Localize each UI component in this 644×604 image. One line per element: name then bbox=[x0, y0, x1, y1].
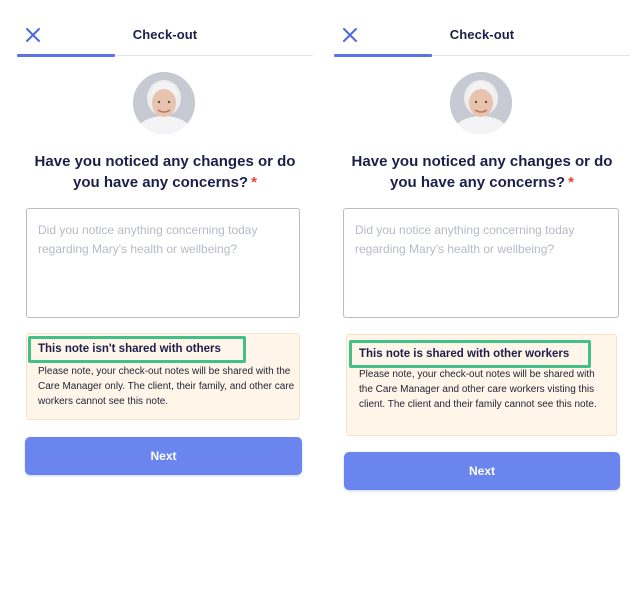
notice-title: This note isn't shared with others bbox=[38, 343, 221, 355]
next-button[interactable]: Next bbox=[344, 452, 620, 490]
progress-bar bbox=[17, 54, 115, 57]
question-line-1: Have you noticed any changes or do bbox=[34, 153, 296, 170]
header: Check-out bbox=[17, 0, 313, 57]
notice-body: Please note, your check-out notes will b… bbox=[38, 366, 295, 407]
notice-title: This note is shared with other workers bbox=[359, 348, 570, 360]
notice-title-highlight: This note isn't shared with others bbox=[28, 336, 246, 363]
concerns-question: Have you noticed any changes or do you h… bbox=[334, 151, 630, 193]
textarea-placeholder: Did you notice anything concerning today… bbox=[38, 223, 258, 256]
concerns-textarea[interactable]: Did you notice anything concerning today… bbox=[26, 208, 300, 318]
notice-body: Please note, your check-out notes will b… bbox=[359, 369, 597, 410]
question-line-2-wrap: you have any concerns? * bbox=[334, 172, 630, 193]
question-line-2-wrap: you have any concerns? * bbox=[17, 172, 313, 193]
concerns-textarea[interactable]: Did you notice anything concerning today… bbox=[343, 208, 619, 318]
concerns-question: Have you noticed any changes or do you h… bbox=[17, 151, 313, 193]
question-line-1: Have you noticed any changes or do bbox=[351, 153, 613, 170]
progress-bar bbox=[334, 54, 432, 57]
header: Check-out bbox=[334, 0, 630, 57]
client-avatar bbox=[450, 72, 512, 134]
checkout-screen-private: Check-out Have you noticed any changes o… bbox=[17, 0, 313, 604]
page-title: Check-out bbox=[132, 27, 198, 42]
notice-title-highlight: This note is shared with other workers bbox=[349, 340, 591, 368]
required-indicator: * bbox=[568, 174, 574, 191]
textarea-placeholder: Did you notice anything concerning today… bbox=[355, 223, 575, 256]
page-title: Check-out bbox=[449, 27, 515, 42]
next-button[interactable]: Next bbox=[25, 437, 302, 475]
checkout-screen-shared: Check-out Have you noticed any changes o… bbox=[334, 0, 630, 604]
client-avatar bbox=[133, 72, 195, 134]
question-line-2: you have any concerns? bbox=[390, 174, 566, 191]
required-indicator: * bbox=[251, 174, 257, 191]
question-line-2: you have any concerns? bbox=[73, 174, 249, 191]
